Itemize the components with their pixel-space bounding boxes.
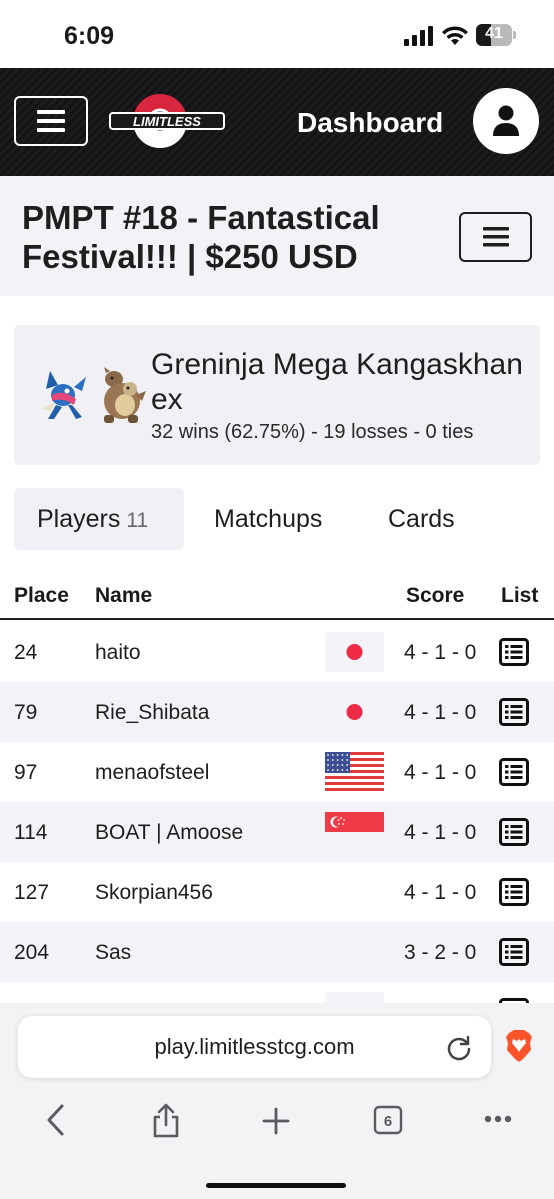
site-header: LIMITLESS Dashboard [0,68,554,176]
browser-toolbar: play.limitlesstcg.com 6 [0,1003,554,1199]
column-list: List [501,584,539,607]
cellular-signal-icon [404,26,433,46]
hamburger-icon [482,227,509,247]
table-header: Place Name Score List [0,574,554,620]
page-title: PMPT #18 - Fantastical Festival!!! | $25… [22,199,380,275]
share-icon[interactable] [150,1103,182,1139]
battery-icon: 41 [476,24,516,46]
row-player-name[interactable]: haito [95,641,141,665]
table-row[interactable]: 204 Sas 3 - 2 - 0 [0,922,554,982]
row-player-name[interactable]: menaofsteel [95,761,209,785]
address-bar[interactable]: play.limitlesstcg.com [18,1016,491,1078]
kangaskhan-sprite-icon [104,367,146,423]
row-player-name[interactable]: Sas [95,941,131,965]
screen: 6:09 41 LIMITLESS Dashboard PMPT #18 - F… [0,0,554,1199]
deck-summary-card: Greninja Mega Kangaskhan ex 32 wins (62.… [14,325,540,465]
decklist-icon[interactable] [499,698,529,726]
tab-matchups[interactable]: Matchups [214,488,322,550]
status-time: 6:09 [64,22,115,50]
column-name[interactable]: Name [95,584,152,608]
deck-name: Greninja Mega Kangaskhan ex [151,348,523,416]
address-url: play.limitlesstcg.com [154,1034,355,1059]
decklist-icon[interactable] [499,938,529,966]
tabs-icon[interactable]: 6 [373,1105,403,1135]
deck-record: 32 wins (62.75%) - 19 losses - 0 ties [151,421,474,443]
row-player-name[interactable]: Skorpian456 [95,881,213,905]
row-player-name[interactable]: BOAT | Amoose [95,821,243,845]
row-place: 79 [14,701,38,724]
user-icon [493,105,519,136]
account-button[interactable] [473,88,539,154]
brave-shields-icon[interactable] [505,1030,533,1062]
more-options-icon[interactable] [484,1115,512,1123]
row-player-name[interactable]: Rie_Shibata [95,701,209,725]
decklist-icon[interactable] [499,638,529,666]
back-icon[interactable] [44,1103,68,1137]
hamburger-icon [37,110,65,132]
singapore-flag-icon [325,812,384,852]
row-place: 114 [14,821,48,844]
row-score: 4 - 1 - 0 [404,821,477,844]
usa-flag-icon [325,752,384,792]
table-row[interactable]: 24 haito 4 - 1 - 0 [0,622,554,682]
tab-players-count: 11 [126,509,149,532]
limitless-logo[interactable]: LIMITLESS [108,92,226,150]
row-score: 4 - 1 - 0 [404,641,477,664]
row-place: 204 [14,941,50,964]
row-score: 4 - 1 - 0 [404,881,477,904]
logo-text: LIMITLESS [133,114,201,129]
greninja-sprite-icon [42,371,86,419]
tournament-menu-button[interactable] [459,212,532,262]
decklist-icon[interactable] [499,818,529,846]
row-score: 3 - 2 - 0 [404,941,477,964]
column-place[interactable]: Place [14,584,69,608]
row-score: 4 - 1 - 0 [404,701,477,724]
row-place: 127 [14,881,50,904]
table-row[interactable]: 127 Skorpian456 4 - 1 - 0 [0,862,554,922]
decklist-icon[interactable] [499,758,529,786]
japan-flag-icon [325,632,384,672]
row-place: 97 [14,761,38,784]
tab-count: 6 [384,1113,392,1130]
table-row[interactable]: 79 Rie_Shibata 4 - 1 - 0 [0,682,554,742]
status-bar: 6:09 41 [0,0,554,68]
battery-percent: 41 [485,25,503,42]
tab-players-label: Players [37,505,121,533]
row-score: 4 - 1 - 0 [404,761,477,784]
tab-cards[interactable]: Cards [388,488,455,550]
new-tab-icon[interactable] [262,1107,290,1135]
tab-players[interactable]: Players 11 [14,488,184,550]
reload-icon[interactable] [446,1035,472,1061]
home-indicator [206,1183,346,1188]
decklist-icon[interactable] [499,878,529,906]
table-row[interactable]: 114 BOAT | Amoose 4 - 1 - 0 [0,802,554,862]
dashboard-link[interactable]: Dashboard [297,107,443,139]
column-score[interactable]: Score [406,584,464,608]
wifi-icon [442,26,468,45]
table-row[interactable]: 97 menaofsteel 4 - 1 - 0 [0,742,554,802]
japan-flag-icon [325,692,384,732]
row-place: 24 [14,641,38,664]
main-menu-button[interactable] [14,96,88,146]
